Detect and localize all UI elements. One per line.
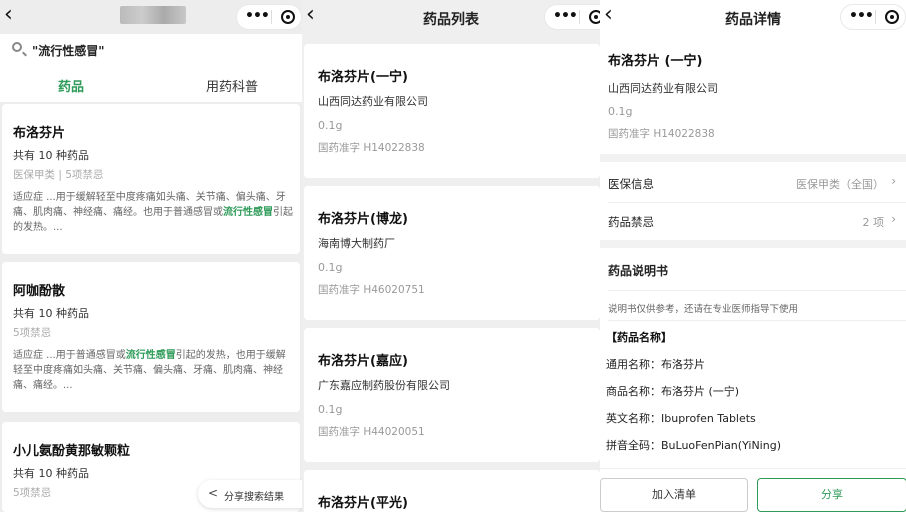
drug-meta: 5项禁忌 [13,487,52,499]
search-icon [12,42,22,52]
specification: 0.1g [318,119,343,132]
add-to-list-button[interactable]: 加入清单 [600,478,748,512]
row-divider [608,290,906,291]
drug-count: 共有 10 种药品 [13,307,89,320]
manufacturer: 广东嘉应制药股份有限公司 [318,379,450,392]
list-item[interactable]: 布洛芬片(博龙) 海南博大制药厂 0.1g 国药准字 H46020751 [304,186,600,320]
drug-name: 布洛芬片 [13,126,66,141]
specification: 0.1g [318,403,343,416]
drug-detail-screen: ‹ 药品详情 ••• 布洛芬片 (一宁) 山西同达药业有限公司 0.1g 国药准… [600,0,906,512]
bottom-action-bar: 加入清单 分享 [600,468,906,512]
manufacturer: 山西同达药业有限公司 [318,95,428,108]
tab-medication-knowledge[interactable]: 用药科普 [206,76,258,95]
mini-program-capsule: ••• [544,4,600,30]
share-results-label: 分享搜索结果 [224,492,284,503]
capsule-divider [271,10,272,24]
row-divider [608,320,906,321]
insurance-value: 医保甲类（全国） [796,178,884,191]
share-results-button[interactable]: < 分享搜索结果 [198,480,302,508]
drug-count: 共有 10 种药品 [13,467,89,480]
nav-bar: ‹ 药品详情 ••• [600,0,906,34]
search-results-screen: ‹ ••• "流行性感冒" 药品 用药科普 布洛芬片 共有 10 种药品 医保甲… [0,0,302,512]
manufacturer: 山西同达药业有限公司 [608,82,718,95]
drug-name: 布洛芬片(嘉应) [318,354,408,369]
taboo-value: 2 项 [862,216,885,229]
drug-indication: 适应症 ...用于普通感冒或流行性感冒引起的发热，也用于缓解轻至中度疼痛如头痛、… [13,350,286,391]
generic-name: 通用名称：布洛芬片 [606,358,705,371]
blurred-title [120,6,186,24]
brand-name: 商品名称：布洛芬片 (一宁) [606,385,740,398]
english-name: 英文名称：Ibuprofen Tablets [606,412,756,425]
nav-bar: ‹ 药品列表 ••• [302,0,600,34]
more-dots-icon[interactable]: ••• [553,8,578,24]
section-divider [600,240,906,248]
drug-name: 阿咖酚散 [13,284,66,299]
drug-meta: 5项禁忌 [13,327,52,339]
taboo-label: 药品禁忌 [608,215,654,229]
manual-title: 药品说明书 [608,264,669,278]
more-dots-icon[interactable]: ••• [245,8,270,24]
drug-name: 布洛芬片(一宁) [318,70,408,85]
drug-indication: 适应症 ...用于缓解轻至中度疼痛如头痛、关节痛、偏头痛、牙痛、肌肉痛、神经痛、… [13,192,293,233]
section-heading: 【药品名称】 [606,331,672,344]
more-dots-icon[interactable]: ••• [849,8,874,24]
insurance-label: 医保信息 [608,177,654,191]
search-input[interactable]: "流行性感冒" [32,42,105,59]
search-bar[interactable]: "流行性感冒" [0,34,302,64]
list-item[interactable]: 布洛芬片(一宁) 山西同达药业有限公司 0.1g 国药准字 H14022838 [304,44,600,178]
result-card[interactable]: 布洛芬片 共有 10 种药品 医保甲类 | 5项禁忌 适应症 ...用于缓解轻至… [2,104,300,254]
drug-name: 布洛芬片(博龙) [318,212,408,227]
search-highlight: 流行性感冒 [125,350,176,361]
drug-name: 小儿氨酚黄那敏颗粒 [13,444,131,459]
mini-program-capsule: ••• [236,4,302,30]
target-icon[interactable] [885,10,899,24]
mini-program-capsule: ••• [840,4,906,30]
drug-name: 布洛芬片(平光) [318,496,408,511]
chevron-left-icon[interactable]: ‹ [4,4,24,28]
target-icon[interactable] [589,10,600,24]
approval-number: 国药准字 H44020051 [318,426,425,438]
specification: 0.1g [318,261,343,274]
approval-number: 国药准字 H14022838 [318,142,425,154]
capsule-divider [875,10,876,24]
specification: 0.1g [608,105,633,118]
drug-meta: 医保甲类 | 5项禁忌 [13,169,104,181]
section-divider [600,154,906,162]
tab-bar: 药品 用药科普 [0,64,302,102]
capsule-divider [579,10,580,24]
approval-number: 国药准字 H46020751 [318,284,425,296]
drug-list-screen: ‹ 药品列表 ••• 布洛芬片(一宁) 山西同达药业有限公司 0.1g 国药准字… [302,0,600,512]
search-highlight: 流行性感冒 [223,207,273,218]
nav-bar: ‹ ••• [0,0,302,34]
list-item[interactable]: 布洛芬片(平光) [304,470,600,512]
share-icon: < [208,486,219,500]
tab-drugs[interactable]: 药品 [58,76,84,95]
drug-name: 布洛芬片 (一宁) [608,54,703,69]
manual-notice: 说明书仅供参考，还请在专业医师指导下使用 [608,304,799,315]
share-button[interactable]: 分享 [757,478,906,512]
insurance-row[interactable]: 医保信息 医保甲类（全国） › [600,164,906,202]
target-icon[interactable] [281,10,295,24]
taboo-row[interactable]: 药品禁忌 2 项 › [600,202,906,240]
chevron-right-icon: › [891,212,896,226]
pinyin-name: 拼音全码：BuLuoFenPian(YiNing) [606,439,781,452]
manufacturer: 海南博大制药厂 [318,237,395,250]
list-item[interactable]: 布洛芬片(嘉应) 广东嘉应制药股份有限公司 0.1g 国药准字 H4402005… [304,328,600,462]
result-card[interactable]: 阿咖酚散 共有 10 种药品 5项禁忌 适应症 ...用于普通感冒或流行性感冒引… [2,262,300,412]
chevron-right-icon: › [891,174,896,188]
drug-count: 共有 10 种药品 [13,149,89,162]
approval-number: 国药准字 H14022838 [608,128,715,140]
